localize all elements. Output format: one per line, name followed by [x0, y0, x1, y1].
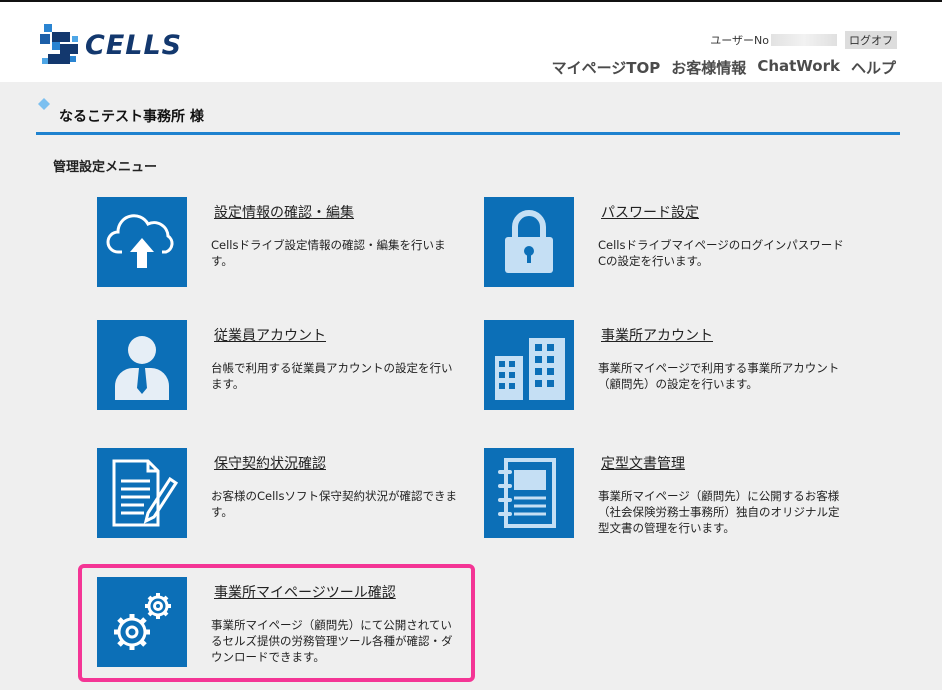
menu-item-template-documents-title[interactable]: 定型文書管理 [601, 453, 685, 473]
office-bar: なるこテスト事務所 様 [36, 98, 900, 135]
cells-logo-icon [40, 24, 78, 64]
nav-help[interactable]: ヘルプ [851, 57, 896, 78]
diamond-icon [38, 98, 50, 110]
menu-item-employee-account-title[interactable]: 従業員アカウント [214, 325, 326, 345]
buildings-icon [495, 338, 565, 400]
menu-item-office-account-icon-button[interactable] [484, 320, 574, 410]
menu-item-office-account: 事業所アカウント 事業所マイページで利用する事業所アカウント（顧問先）の設定を行… [484, 320, 874, 410]
menu-item-maintenance-contract: 保守契約状況確認 お客様のCellsソフト保守契約状況が確認できます。 [97, 448, 487, 538]
menu-item-maintenance-contract-title[interactable]: 保守契約状況確認 [214, 453, 326, 473]
menu-item-office-account-desc: 事業所マイページで利用する事業所アカウント（顧問先）の設定を行います。 [598, 361, 840, 391]
logoff-button[interactable]: ログオフ [845, 31, 897, 49]
logo-text: CELLS [85, 30, 183, 61]
cells-logo[interactable]: CELLS [40, 22, 190, 68]
nav-chatwork[interactable]: ChatWork [757, 57, 840, 78]
menu-item-employee-account: 従業員アカウント 台帳で利用する従業員アカウントの設定を行います。 [97, 320, 487, 410]
person-icon [115, 336, 169, 400]
menu-item-settings: 設定情報の確認・編集 Cellsドライブ設定情報の確認・編集を行います。 [97, 197, 487, 287]
menu-item-settings-desc: Cellsドライブ設定情報の確認・編集を行います。 [211, 238, 446, 268]
menu-item-settings-title[interactable]: 設定情報の確認・編集 [214, 202, 354, 222]
user-no-value-redacted [771, 34, 837, 46]
highlight-frame [78, 564, 475, 682]
nav-customer-info[interactable]: お客様情報 [671, 57, 746, 78]
user-info: ユーザーNo ログオフ [710, 31, 897, 49]
cloud-upload-icon [106, 214, 174, 268]
menu-item-office-account-title[interactable]: 事業所アカウント [601, 325, 713, 345]
menu-item-password-icon-button[interactable] [484, 197, 574, 287]
menu-item-password-title[interactable]: パスワード設定 [601, 202, 699, 222]
office-name: なるこテスト事務所 様 [59, 109, 204, 125]
user-no-label: ユーザーNo [710, 34, 769, 47]
menu-item-maintenance-contract-icon-button[interactable] [97, 448, 187, 538]
menu-item-employee-account-desc: 台帳で利用する従業員アカウントの設定を行います。 [211, 361, 453, 391]
menu-item-template-documents-desc: 事業所マイページ（顧問先）に公開するお客様（社会保険労務士事務所）独自のオリジナ… [598, 489, 840, 535]
nav-mypage-top[interactable]: マイページTOP [552, 57, 661, 78]
menu-item-maintenance-contract-desc: お客様のCellsソフト保守契約状況が確認できます。 [211, 489, 457, 519]
menu-item-template-documents: 定型文書管理 事業所マイページ（顧問先）に公開するお客様（社会保険労務士事務所）… [484, 448, 874, 538]
document-pen-icon [112, 459, 179, 527]
menu-item-settings-icon-button[interactable] [97, 197, 187, 287]
menu-item-template-documents-icon-button[interactable] [484, 448, 574, 538]
notebook-icon [498, 458, 556, 528]
menu-item-password-desc: CellsドライブマイページのログインパスワードCの設定を行います。 [598, 238, 844, 268]
menu-title: 管理設定メニュー [53, 160, 158, 175]
main-nav: マイページTOP お客様情報 ChatWork ヘルプ [552, 57, 896, 78]
menu-item-password: パスワード設定 CellsドライブマイページのログインパスワードCの設定を行いま… [484, 197, 874, 287]
menu-item-employee-account-icon-button[interactable] [97, 320, 187, 410]
header: CELLS ユーザーNo ログオフ マイページTOP お客様情報 ChatWor… [0, 2, 942, 82]
lock-icon [505, 210, 553, 273]
